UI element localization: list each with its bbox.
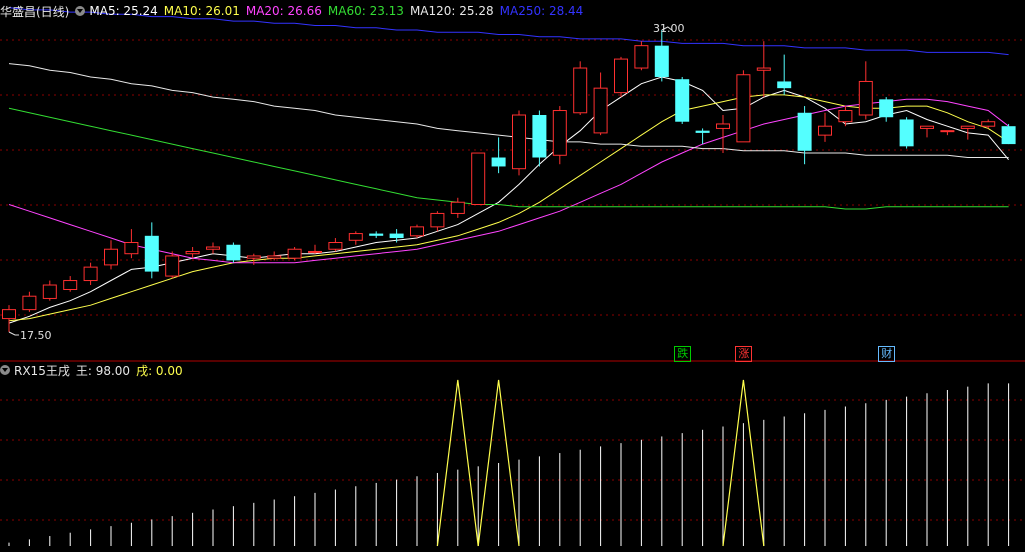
- candle-body-up: [593, 87, 608, 134]
- candle-body-up: [573, 67, 588, 114]
- candlesticks: [2, 26, 1016, 336]
- candle-body-down: [654, 45, 669, 77]
- candle-body-up: [185, 250, 200, 255]
- candle-body-down: [144, 235, 159, 272]
- low-price-label: 17.50: [20, 329, 52, 342]
- candle-body-up: [104, 248, 118, 266]
- candle-body-up: [124, 242, 139, 255]
- high-price-label: 31.00: [653, 22, 685, 35]
- candle-body-up: [858, 80, 873, 116]
- candle-body-up: [287, 248, 302, 259]
- candle-body-up: [2, 309, 16, 320]
- ma-line-ma120: [8, 63, 1009, 158]
- indicator-dropdown-icon[interactable]: [0, 365, 10, 375]
- candle-body-down: [369, 233, 384, 236]
- candle-body-up: [348, 233, 363, 241]
- candle-body-up: [83, 266, 98, 282]
- candle-body-up: [206, 246, 220, 250]
- event-marker[interactable]: 财: [878, 346, 896, 362]
- candle-body-down: [1001, 126, 1016, 145]
- indicator-value-1: 王: 98.00: [75, 363, 131, 378]
- candle-body-down: [491, 157, 506, 167]
- candle-body-up: [940, 130, 955, 133]
- settings-dropdown-icon[interactable]: [75, 6, 86, 16]
- ma120-label: MA120: 25.28: [409, 4, 494, 18]
- candle-body-down: [675, 79, 690, 122]
- candle-body-up: [716, 123, 730, 129]
- candle-body-up: [63, 280, 78, 290]
- chart-canvas: [0, 7, 1025, 547]
- ma-line-ma20: [8, 98, 1009, 264]
- candle-body-up: [838, 110, 853, 123]
- candle-body-up: [450, 201, 465, 214]
- candle-body-up: [512, 114, 526, 170]
- main-header: 华盛昌(日线) MA5: 25.24 MA10: 26.01 MA20: 26.…: [0, 0, 589, 22]
- event-marker[interactable]: 跌: [674, 346, 692, 362]
- stock-chart-window: 华盛昌(日线) MA5: 25.24 MA10: 26.01 MA20: 26.…: [0, 0, 1025, 552]
- ma5-label: MA5: 25.24: [89, 4, 158, 18]
- ma250-label: MA250: 28.44: [499, 4, 584, 18]
- candle-body-up: [756, 67, 771, 71]
- candle-body-up: [42, 284, 57, 299]
- candle-body-up: [920, 125, 934, 129]
- candle-body-up: [410, 226, 424, 237]
- candle-body-up: [22, 295, 37, 311]
- candle-body-down: [797, 112, 812, 151]
- sub-header: RX15王戌 王: 98.00 戌: 0.00: [0, 359, 189, 381]
- ma-line-ma10: [8, 94, 1009, 322]
- event-marker[interactable]: 涨: [735, 346, 753, 362]
- candle-body-down: [389, 233, 404, 239]
- ma60-label: MA60: 23.13: [327, 4, 404, 18]
- candle-body-up: [328, 242, 343, 250]
- ma20-label: MA20: 26.66: [245, 4, 322, 18]
- candle-body-down: [532, 115, 547, 158]
- candle-body-up: [552, 110, 567, 156]
- ma10-label: MA10: 26.01: [163, 4, 240, 18]
- indicator-value-2: 戌: 0.00: [136, 363, 183, 378]
- indicator-title: RX15王戌: [14, 363, 70, 378]
- candle-body-up: [430, 212, 445, 228]
- candle-body-up: [471, 152, 486, 205]
- chart-title: 华盛昌(日线): [0, 4, 70, 19]
- candle-body-down: [695, 130, 710, 133]
- ma-lines: [8, 7, 1009, 324]
- candle-body-up: [165, 255, 180, 277]
- candle-body-up: [634, 45, 649, 69]
- candle-body-up: [736, 74, 751, 143]
- candle-body-down: [879, 99, 894, 118]
- candle-body-up: [308, 250, 322, 253]
- candle-body-up: [818, 125, 832, 136]
- candle-body-up: [246, 255, 261, 259]
- candle-body-up: [614, 58, 628, 94]
- candle-body-down: [899, 119, 914, 147]
- candle-body-up: [960, 125, 975, 129]
- low-price-marker: [8, 331, 19, 336]
- ma-line-ma5: [8, 76, 1009, 324]
- candle-body-up: [981, 121, 996, 127]
- candle-body-up: [267, 255, 282, 259]
- candle-body-down: [777, 81, 792, 89]
- candle-body-down: [226, 244, 241, 261]
